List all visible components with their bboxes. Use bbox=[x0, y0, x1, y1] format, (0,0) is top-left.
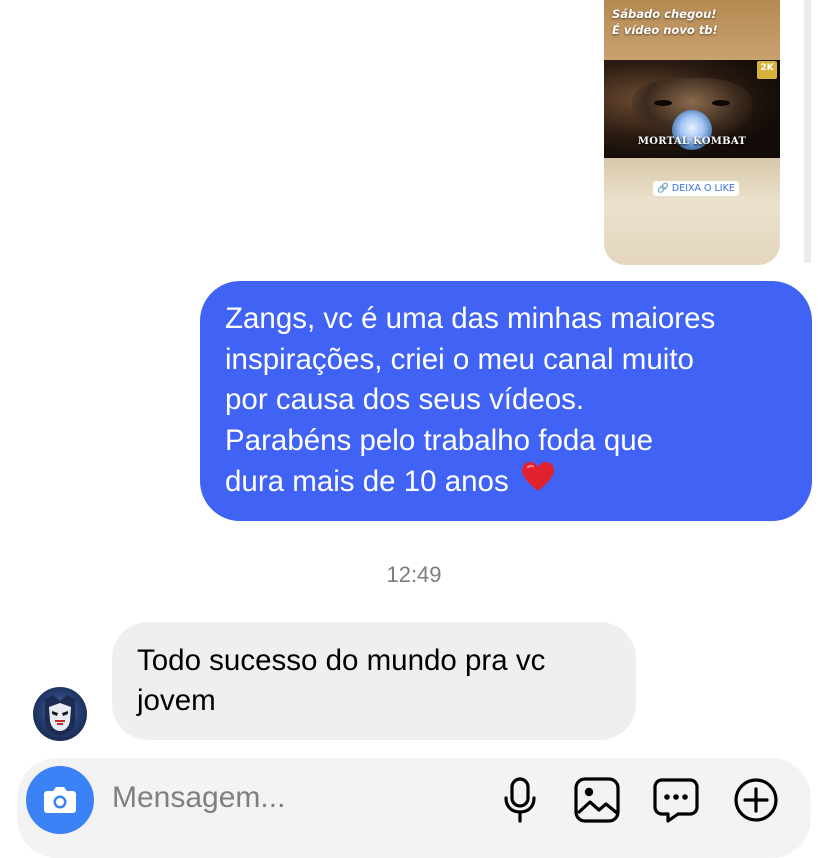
more-options-button[interactable] bbox=[732, 775, 780, 825]
sticker-icon bbox=[653, 778, 699, 823]
incoming-message-bubble[interactable]: Todo sucesso do mundo pra vc jovem bbox=[112, 622, 636, 740]
avatar[interactable] bbox=[33, 687, 87, 741]
outgoing-message-text: Zangs, vc é uma das minhas maiores inspi… bbox=[225, 302, 716, 498]
story-caption: Sábado chegou! É vídeo novo tb! bbox=[612, 7, 718, 37]
shared-story-card[interactable]: Sábado chegou! É vídeo novo tb! MORTAL K… bbox=[604, 0, 780, 265]
game-logo: MORTAL KOMBAT bbox=[637, 136, 747, 147]
link-sticker[interactable]: 🔗 DEIXA O LIKE bbox=[653, 181, 739, 196]
incoming-message-text: Todo sucesso do mundo pra vc jovem bbox=[137, 644, 546, 717]
story-lower-area: 🔗 DEIXA O LIKE bbox=[604, 158, 780, 265]
story-thumbnail: MORTAL KOMBAT 2K bbox=[604, 60, 780, 158]
link-icon: 🔗 bbox=[657, 183, 669, 194]
scrollbar[interactable] bbox=[804, 0, 811, 263]
sticker-button[interactable] bbox=[652, 775, 700, 825]
microphone-button[interactable] bbox=[496, 775, 544, 825]
link-sticker-label: DEIXA O LIKE bbox=[671, 183, 735, 194]
plus-circle-icon bbox=[734, 778, 778, 822]
camera-icon bbox=[44, 787, 76, 813]
message-input[interactable]: Mensagem... bbox=[112, 781, 285, 815]
outgoing-message-bubble[interactable]: Zangs, vc é uma das minhas maiores inspi… bbox=[200, 281, 812, 521]
resolution-badge: 2K bbox=[757, 61, 777, 79]
heart-emoji bbox=[521, 462, 554, 491]
gallery-button[interactable] bbox=[573, 775, 621, 825]
microphone-icon bbox=[504, 777, 536, 823]
message-timestamp: 12:49 bbox=[386, 562, 442, 587]
masked-avatar-icon bbox=[45, 695, 75, 735]
camera-button[interactable] bbox=[26, 766, 94, 834]
gallery-icon bbox=[574, 777, 620, 823]
